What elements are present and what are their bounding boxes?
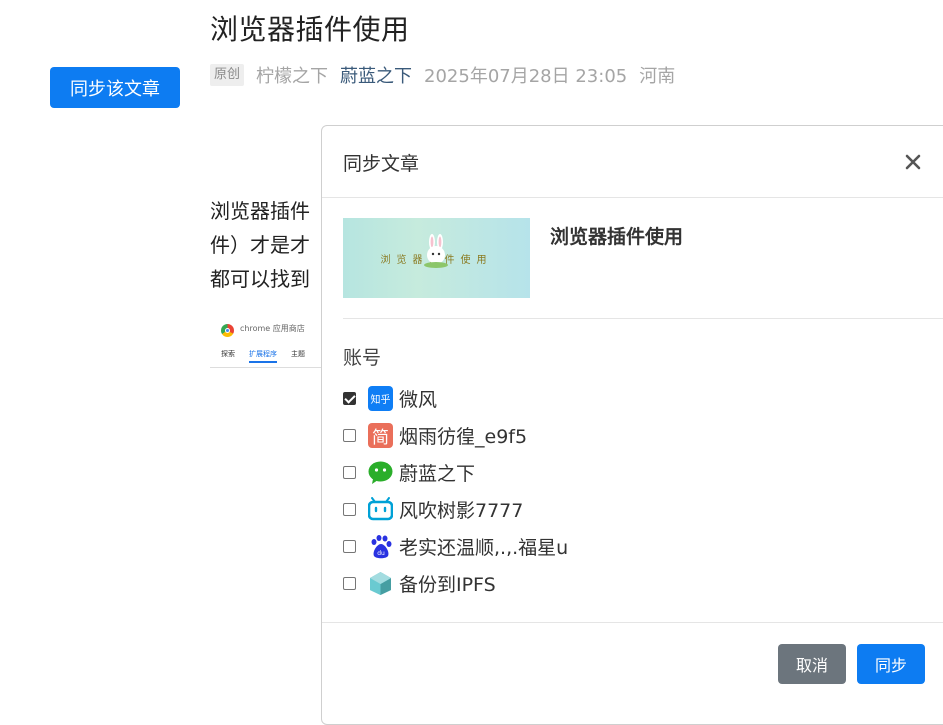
- baidu-paw-icon: du: [371, 535, 392, 559]
- publish-date: 2025年07月28日 23:05: [424, 66, 628, 87]
- location: 河南: [639, 66, 676, 87]
- account-item-wechat[interactable]: 蔚蓝之下: [343, 454, 568, 491]
- modal-footer-divider: [322, 622, 943, 623]
- account-item-zhihu[interactable]: 知乎 微风: [343, 380, 568, 417]
- wechat-icon: [368, 461, 393, 484]
- svg-text:du: du: [377, 550, 385, 557]
- bilibili-icon: [368, 497, 393, 521]
- account-name: 备份到IPFS: [399, 574, 496, 596]
- thumb-store-title: chrome 应用商店: [240, 324, 305, 333]
- sync-article-modal: 同步文章 浏览器插件使用 浏览器插件使用 账号 知乎 微风 简 烟雨彷徨_: [321, 125, 943, 725]
- body-line: 件）才是才: [210, 233, 310, 257]
- article-screenshot-image: chrome 应用商店 探索 扩展程序 主题: [210, 315, 322, 368]
- thumb-tab: 扩展程序: [249, 349, 277, 363]
- account-list: 知乎 微风 简 烟雨彷徨_e9f5 蔚蓝之下 风吹树影7777 du 老实还温顺…: [343, 380, 568, 602]
- post-title: 浏览器插件使用: [550, 226, 684, 248]
- account-item-jianshu[interactable]: 简 烟雨彷徨_e9f5: [343, 417, 568, 454]
- chrome-logo-icon: [221, 324, 234, 337]
- modal-title: 同步文章: [343, 153, 420, 175]
- article-cover-image: 浏览器插件使用: [343, 218, 530, 298]
- account-checkbox[interactable]: [343, 466, 356, 479]
- account-name: 风吹树影7777: [399, 500, 524, 522]
- account-name: 微风: [399, 389, 438, 411]
- cancel-button[interactable]: 取消: [778, 644, 846, 684]
- account-item-bilibili[interactable]: 风吹树影7777: [343, 491, 568, 528]
- bunny-icon: [424, 234, 448, 268]
- account-name: 老实还温顺,.,.福星u: [399, 537, 569, 559]
- body-line: 浏览器插件: [210, 199, 310, 223]
- ipfs-cube-icon: [370, 572, 391, 595]
- account-checkbox[interactable]: [343, 392, 356, 405]
- sync-article-button[interactable]: 同步该文章: [50, 67, 180, 108]
- account-checkbox[interactable]: [343, 429, 356, 442]
- modal-header: 同步文章: [322, 126, 943, 198]
- author-link[interactable]: 蔚蓝之下: [340, 62, 412, 88]
- divider: [343, 318, 943, 319]
- article-meta: 原创 柠檬之下 蔚蓝之下 2025年07月28日 23:05 河南: [210, 62, 675, 88]
- account-label: 账号: [343, 347, 382, 369]
- account-name: 蔚蓝之下: [399, 463, 476, 485]
- account-checkbox[interactable]: [343, 577, 356, 590]
- thumb-tab: 探索: [221, 350, 235, 358]
- sync-button[interactable]: 同步: [857, 644, 925, 684]
- zhihu-icon: 知乎: [368, 386, 393, 411]
- article-body: 浏览器插件 件）才是才 都可以找到: [210, 194, 320, 296]
- account-item-baidu[interactable]: du 老实还温顺,.,.福星u: [343, 528, 568, 565]
- article-title: 浏览器插件使用: [210, 13, 410, 46]
- account-checkbox[interactable]: [343, 540, 356, 553]
- jianshu-icon: 简: [368, 423, 393, 448]
- body-line: 都可以找到: [210, 267, 310, 291]
- author-link[interactable]: 柠檬之下: [256, 62, 328, 88]
- close-icon[interactable]: [905, 154, 921, 170]
- account-item-ipfs[interactable]: 备份到IPFS: [343, 565, 568, 602]
- thumb-tab: 主题: [291, 350, 305, 358]
- thumb-tabs: 探索 扩展程序 主题: [221, 349, 305, 363]
- account-name: 烟雨彷徨_e9f5: [399, 426, 528, 448]
- account-checkbox[interactable]: [343, 503, 356, 516]
- original-badge: 原创: [210, 64, 245, 86]
